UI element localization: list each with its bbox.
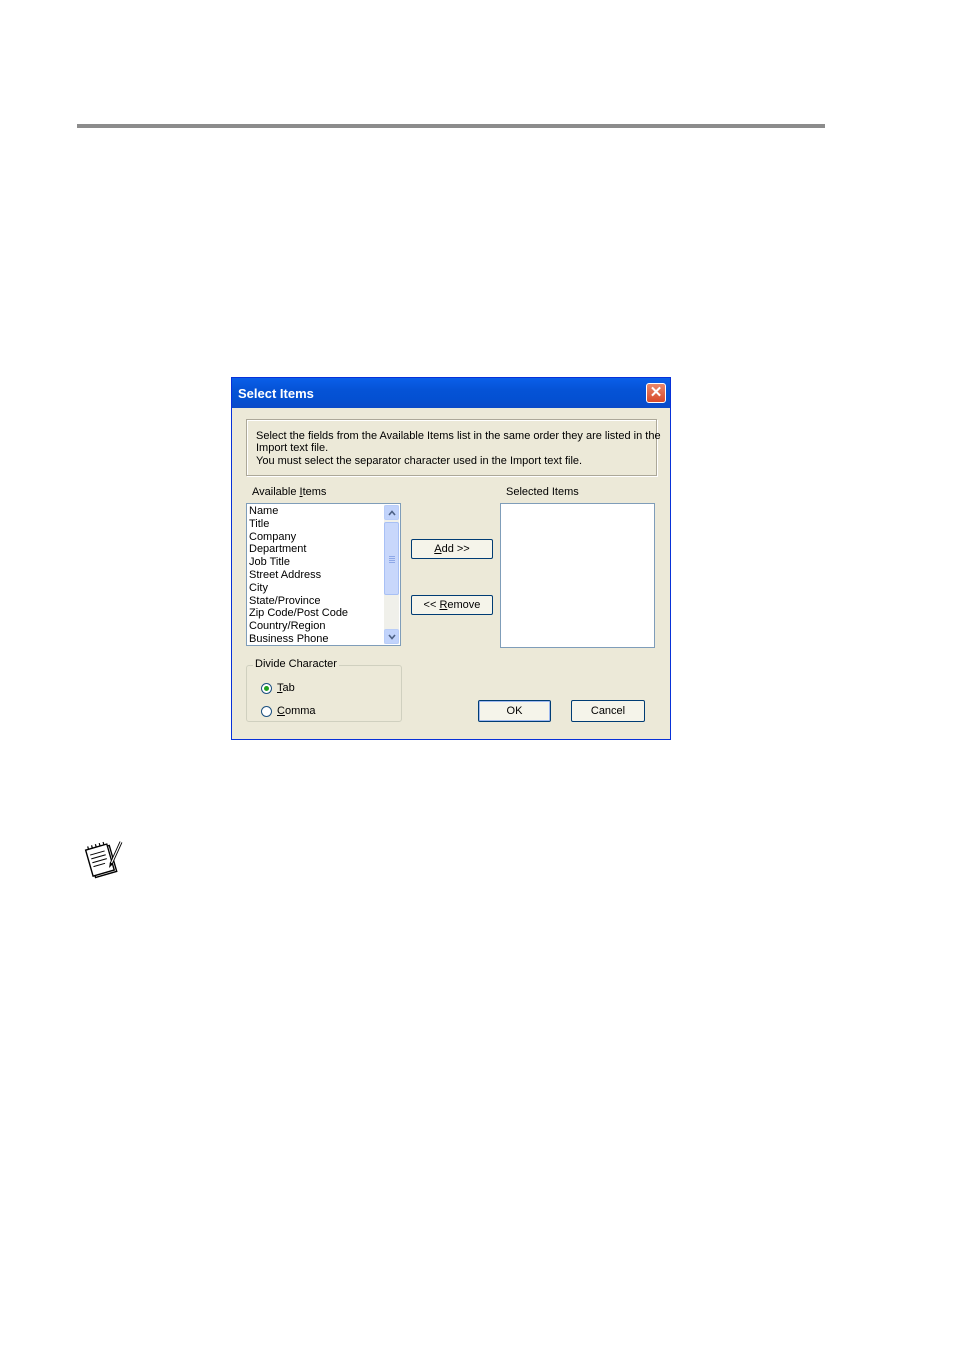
divide-character-label: Divide Character: [253, 658, 339, 670]
divide-character-group: Divide Character Tab Comma: [246, 658, 402, 722]
scroll-thumb[interactable]: [384, 522, 399, 595]
instruction-line-1: Select the fields from the Available Ite…: [256, 430, 661, 442]
list-item[interactable]: Name: [249, 505, 348, 518]
tab-radio-label[interactable]: Tab: [277, 682, 295, 694]
scroll-down-button[interactable]: [384, 629, 399, 644]
arrow-up-icon: [388, 510, 396, 516]
list-item[interactable]: Business Phone: [249, 633, 348, 646]
instruction-line-2: Import text file.: [256, 442, 329, 454]
instructions-panel: Select the fields from the Available Ite…: [246, 419, 661, 476]
available-items-scrollbar[interactable]: [384, 505, 399, 644]
selected-items-label: Selected Items: [506, 486, 579, 498]
list-item[interactable]: State/Province: [249, 595, 348, 608]
list-item[interactable]: Department: [249, 543, 348, 556]
scroll-up-button[interactable]: [384, 505, 399, 520]
cancel-button[interactable]: Cancel: [571, 700, 645, 722]
ok-button[interactable]: OK: [478, 700, 551, 722]
remove-button[interactable]: << Remove: [411, 595, 493, 615]
close-button[interactable]: ✕: [646, 383, 666, 403]
comma-radio[interactable]: [261, 706, 272, 717]
list-item[interactable]: City: [249, 582, 348, 595]
note-pad-pencil-icon: [84, 841, 123, 879]
list-item[interactable]: Country/Region: [249, 620, 348, 633]
comma-radio-label[interactable]: Comma: [277, 705, 316, 717]
radio-selected-dot: [264, 686, 269, 691]
list-item[interactable]: Job Title: [249, 556, 348, 569]
add-button[interactable]: Add >>: [411, 539, 493, 559]
list-item[interactable]: Title: [249, 518, 348, 531]
instruction-line-3: You must select the separator character …: [256, 455, 583, 467]
available-items-label: Available Items: [252, 486, 327, 498]
available-items-list[interactable]: Name Title Company Department Job Title …: [246, 503, 401, 646]
selected-items-list[interactable]: [500, 503, 655, 648]
close-icon: ✕: [649, 384, 663, 401]
header-rule: [77, 124, 825, 128]
list-item[interactable]: Company: [249, 531, 348, 544]
dialog-titlebar[interactable]: Select Items ✕: [232, 378, 670, 408]
select-items-dialog: Select Items ✕ Select the fields from th…: [231, 377, 671, 740]
available-items: Name Title Company Department Job Title …: [249, 505, 348, 646]
list-item[interactable]: Street Address: [249, 569, 348, 582]
tab-radio[interactable]: [261, 683, 272, 694]
arrow-down-icon: [388, 634, 396, 640]
dialog-title: Select Items: [238, 386, 314, 401]
list-item[interactable]: Zip Code/Post Code: [249, 607, 348, 620]
